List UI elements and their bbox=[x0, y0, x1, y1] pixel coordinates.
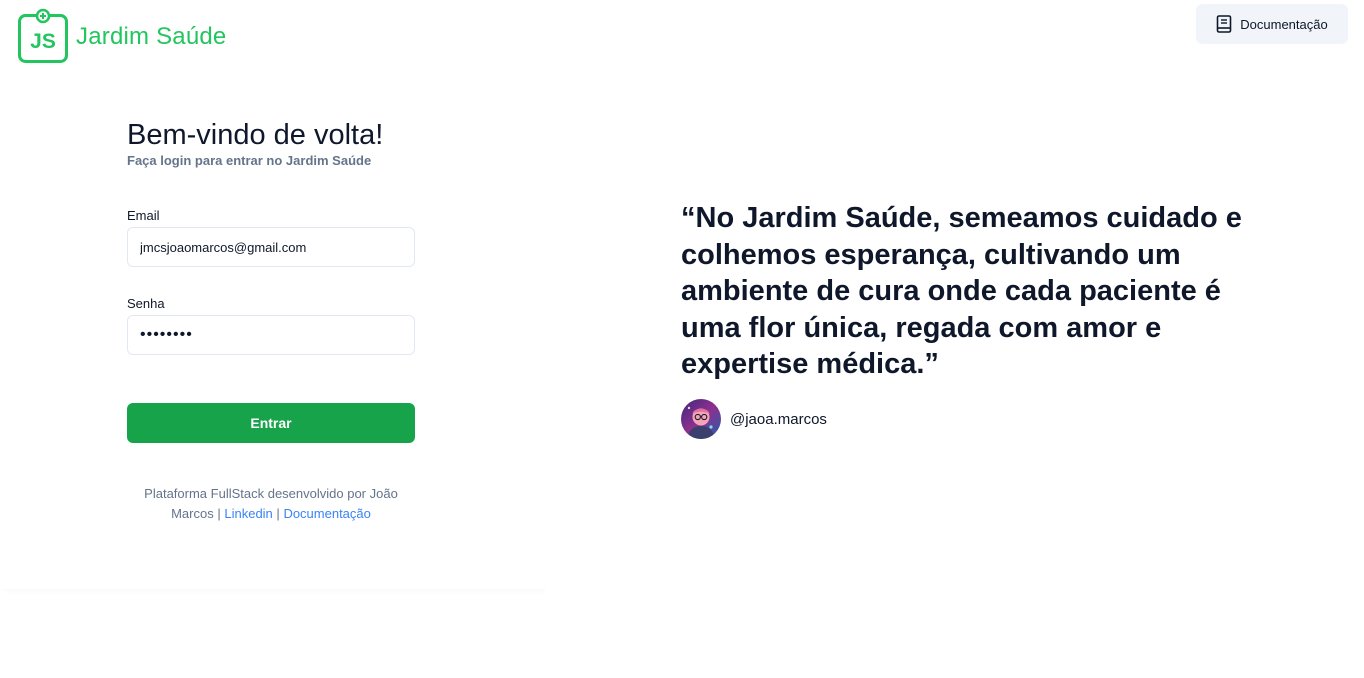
email-label: Email bbox=[127, 208, 160, 223]
page-subtitle: Faça login para entrar no Jardim Saúde bbox=[127, 153, 372, 168]
documentation-link[interactable]: Documentação bbox=[283, 506, 370, 521]
login-panel: JS Jardim Saúde Bem-vindo de volta! Faça… bbox=[0, 0, 545, 589]
jardim-saude-logo-icon: JS bbox=[18, 8, 68, 63]
login-button[interactable]: Entrar bbox=[127, 403, 415, 443]
book-icon bbox=[1216, 15, 1232, 33]
email-field[interactable] bbox=[127, 227, 415, 267]
documentation-button-label: Documentação bbox=[1240, 16, 1328, 32]
password-label: Senha bbox=[127, 296, 165, 311]
login-form: Bem-vindo de volta! Faça login para entr… bbox=[127, 118, 415, 521]
page-title: Bem-vindo de volta! bbox=[127, 119, 384, 151]
footer-credits: Plataforma FullStack desenvolvido por Jo… bbox=[127, 484, 415, 524]
linkedin-link[interactable]: Linkedin bbox=[224, 506, 272, 521]
brand-logo[interactable]: JS Jardim Saúde bbox=[18, 8, 226, 63]
author-handle: @jaoa.marcos bbox=[730, 410, 827, 428]
svg-text:JS: JS bbox=[30, 30, 56, 53]
footer-separator: | bbox=[217, 506, 221, 521]
testimonial-author: @jaoa.marcos bbox=[681, 399, 827, 439]
testimonial-quote: “No Jardim Saúde, semeamos cuidado e col… bbox=[681, 202, 1242, 380]
password-field[interactable] bbox=[127, 315, 415, 355]
footer-separator: | bbox=[276, 506, 280, 521]
brand-name: Jardim Saúde bbox=[76, 22, 227, 50]
documentation-button[interactable]: Documentação bbox=[1196, 4, 1348, 44]
author-avatar[interactable] bbox=[681, 399, 721, 439]
